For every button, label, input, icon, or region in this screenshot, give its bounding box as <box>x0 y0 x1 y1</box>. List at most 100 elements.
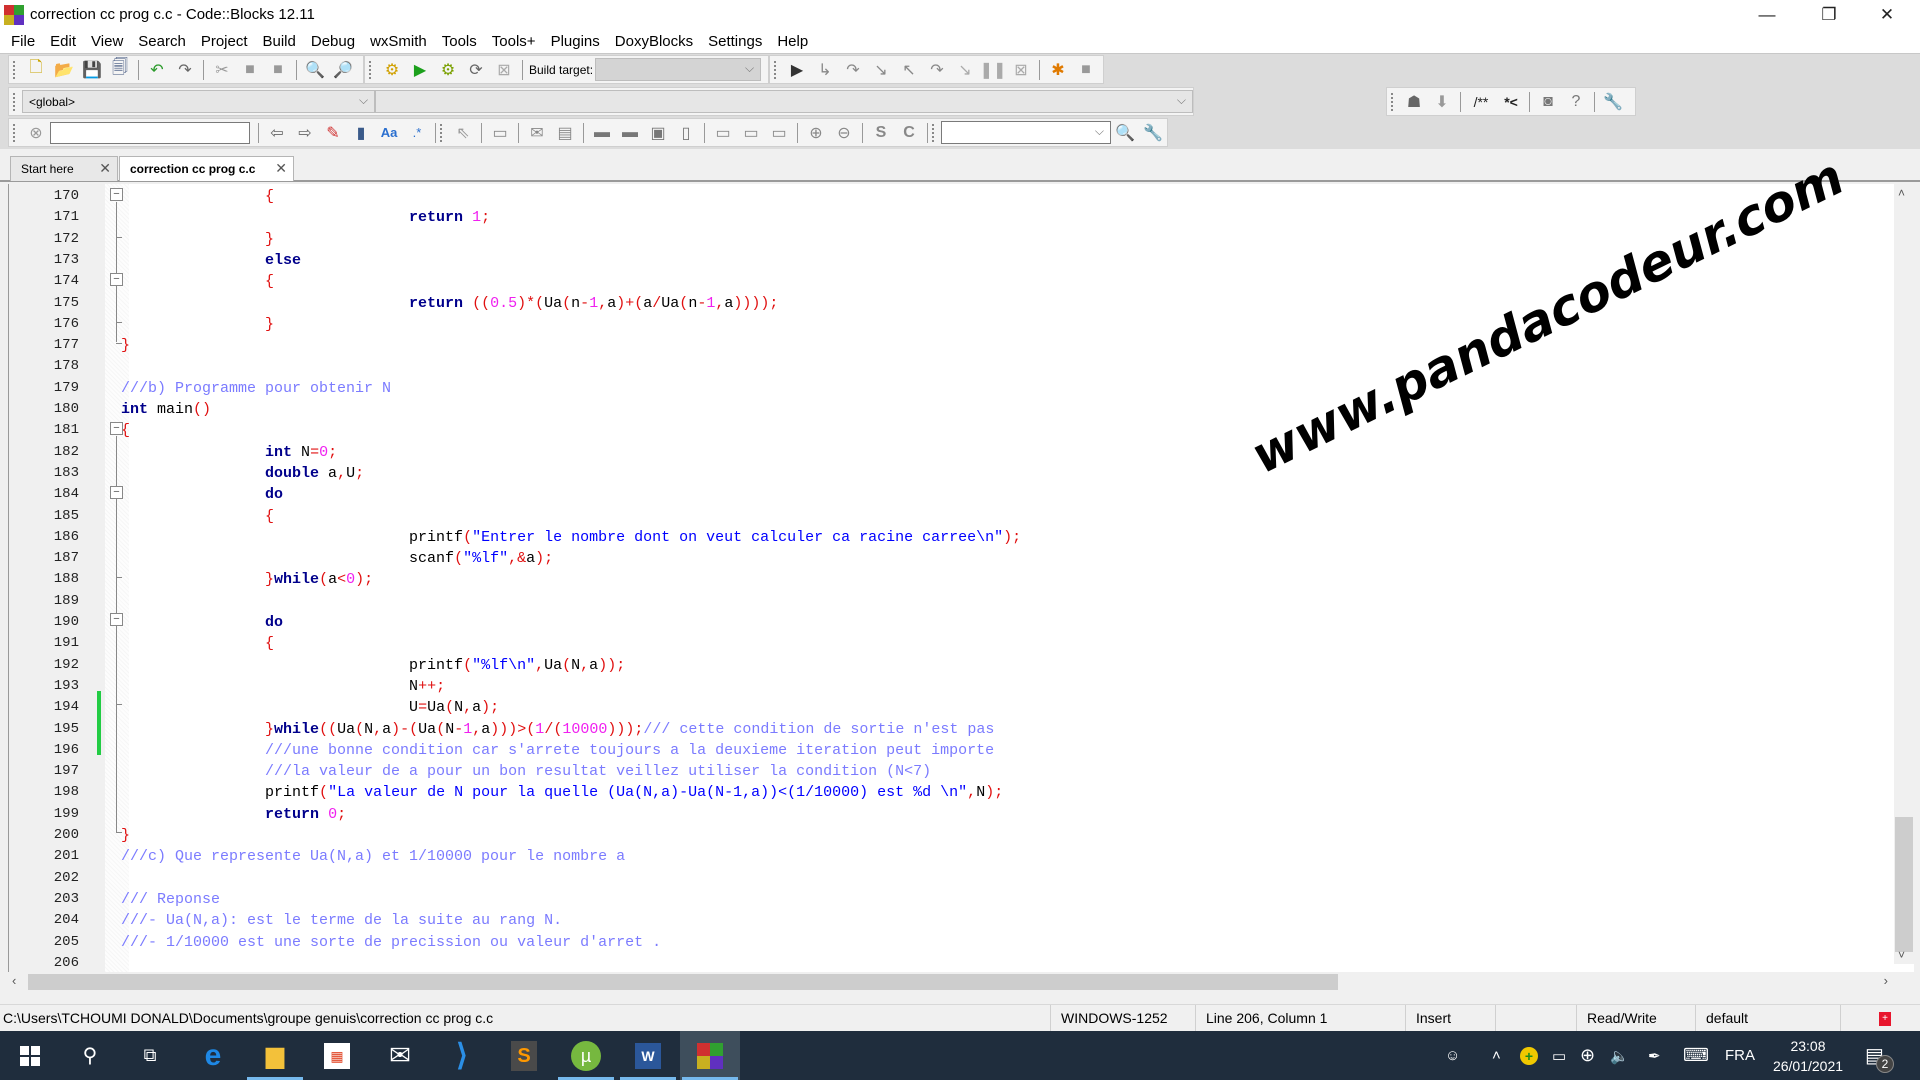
expand-both-icon[interactable]: ▭ <box>768 122 790 144</box>
find-next-icon[interactable]: ⇨ <box>294 122 316 144</box>
code-line[interactable]: 172 } <box>9 229 1889 250</box>
code-line[interactable]: 185 { <box>9 506 1889 527</box>
code-line[interactable]: 189 <box>9 591 1889 612</box>
toolbar-grip[interactable] <box>440 123 444 142</box>
scope-select[interactable]: <global> ⌵ <box>22 90 376 113</box>
taskbar-word[interactable]: W <box>618 1031 678 1080</box>
scroll-right-icon[interactable]: › <box>1884 973 1888 988</box>
find-in-files-icon[interactable]: 🔍 <box>1114 122 1136 144</box>
close-button[interactable]: ✕ <box>1858 0 1916 29</box>
taskbar-sublime[interactable]: S <box>494 1031 554 1080</box>
run-html-icon[interactable]: ◙ <box>1537 91 1559 113</box>
paste-icon[interactable]: ■ <box>267 59 289 81</box>
code-line[interactable]: 205 ///- 1/10000 est une sorte de preciss… <box>9 932 1889 953</box>
menu-search[interactable]: Search <box>136 33 188 50</box>
code-line[interactable]: 180 int main() <box>9 399 1889 420</box>
expand-horizontal-icon[interactable]: ▭ <box>712 122 734 144</box>
rebuild-icon[interactable]: ⟳ <box>465 59 487 81</box>
build-gear-icon[interactable]: ⚙ <box>381 59 403 81</box>
code-line[interactable]: 200} <box>9 825 1889 846</box>
find-icon[interactable]: 🔍 <box>304 59 326 81</box>
selection-only-icon[interactable]: ▮ <box>350 122 372 144</box>
taskbar-file-explorer[interactable]: ▆ <box>245 1031 305 1080</box>
fold-collapse-icon[interactable]: − <box>110 273 123 286</box>
code-line[interactable]: 197 ///la valeur de a pour un bon result… <box>9 761 1889 782</box>
taskbar-mail[interactable]: ✉ <box>370 1031 430 1080</box>
code-line[interactable]: 194 U=Ua(N,a); <box>9 697 1889 718</box>
code-line[interactable]: 192 printf("%lf\n",Ua(N,a)); <box>9 655 1889 676</box>
touch-keyboard-icon[interactable]: ⌨ <box>1683 1031 1709 1080</box>
debug-continue-icon[interactable]: ▶ <box>786 59 808 81</box>
copy-icon[interactable]: ■ <box>239 59 261 81</box>
match-case-icon[interactable]: Aa <box>378 122 400 144</box>
menu-edit[interactable]: Edit <box>48 33 78 50</box>
taskbar-store[interactable]: ▦ <box>307 1031 367 1080</box>
toolbar-grip[interactable] <box>774 60 778 79</box>
tab-correction-cc-prog[interactable]: correction cc prog c.c ✕ <box>119 156 294 181</box>
menu-settings[interactable]: Settings <box>706 33 764 50</box>
toolbar-grip[interactable] <box>13 60 17 79</box>
menu-file[interactable]: File <box>9 33 37 50</box>
build-target-select[interactable]: ⌵ <box>595 58 762 81</box>
tray-360-icon[interactable]: + <box>1520 1031 1538 1080</box>
code-line[interactable]: 202 <box>9 868 1889 889</box>
open-file-icon[interactable]: 📂 <box>53 59 75 81</box>
step-into-icon[interactable]: ↘ <box>870 59 892 81</box>
line-comment-button[interactable]: *< <box>1500 91 1522 113</box>
code-line[interactable]: 191 { <box>9 633 1889 654</box>
close-tab-icon[interactable]: ✕ <box>275 160 287 177</box>
menu-tools[interactable]: Tools+ <box>490 33 538 50</box>
doxywizard-icon[interactable]: ☗ <box>1403 91 1425 113</box>
wx-frame-icon[interactable]: ▭ <box>489 122 511 144</box>
people-icon[interactable]: ☺ <box>1445 1031 1460 1080</box>
vertical-scrollbar[interactable]: ˄ ˅ <box>1894 184 1914 964</box>
input-language[interactable]: FRA <box>1725 1031 1755 1080</box>
scroll-up-icon[interactable]: ˄ <box>1898 186 1905 200</box>
abort-icon[interactable]: ⊠ <box>493 59 515 81</box>
run-to-cursor-icon[interactable]: ↳ <box>814 59 836 81</box>
config-wrench-icon[interactable]: 🔧 <box>1602 91 1624 113</box>
scroll-down-icon[interactable]: ˅ <box>1898 948 1905 962</box>
new-file-icon[interactable]: 🗋 <box>25 59 47 81</box>
debug-info-icon[interactable]: ■ <box>1075 59 1097 81</box>
clock[interactable]: 23:08 26/01/2021 <box>1768 1031 1848 1080</box>
code-line[interactable]: 183 double a,U; <box>9 463 1889 484</box>
block-comment-button[interactable]: /** <box>1468 91 1494 113</box>
next-line-icon[interactable]: ↷ <box>842 59 864 81</box>
menu-build[interactable]: Build <box>261 33 298 50</box>
menu-tools[interactable]: Tools <box>440 33 479 50</box>
close-tab-icon[interactable]: ✕ <box>99 160 111 177</box>
undo-icon[interactable]: ↶ <box>146 59 168 81</box>
zoom-in-icon[interactable]: ⊕ <box>805 122 827 144</box>
pen-workspace-icon[interactable]: ✒ <box>1648 1031 1661 1080</box>
code-line[interactable]: 203 /// Reponse <box>9 889 1889 910</box>
build-and-run-icon[interactable]: ⚙ <box>437 59 459 81</box>
zoom-out-icon[interactable]: ⊖ <box>833 122 855 144</box>
menu-debug[interactable]: Debug <box>309 33 357 50</box>
wx-panel-icon[interactable]: ▤ <box>554 122 576 144</box>
align-top-icon[interactable]: ▬ <box>591 122 613 144</box>
menu-help[interactable]: Help <box>775 33 810 50</box>
toolbar-grip[interactable] <box>13 123 17 142</box>
toolbar-grip[interactable] <box>13 92 17 111</box>
code-line[interactable]: 195 }while((Ua(N,a)-(Ua(N-1,a)))>(1/(100… <box>9 719 1889 740</box>
horizontal-scrollbar[interactable]: ‹ › <box>8 972 1900 992</box>
search-tools-icon[interactable]: 🔧 <box>1142 122 1164 144</box>
menu-project[interactable]: Project <box>199 33 250 50</box>
find-combo[interactable]: ⌵ <box>941 121 1111 144</box>
code-line[interactable]: 178 <box>9 356 1889 377</box>
save-all-icon[interactable]: 🗐 <box>109 59 131 81</box>
code-line[interactable]: 182 int N=0; <box>9 442 1889 463</box>
start-button[interactable] <box>0 1031 60 1080</box>
regex-icon[interactable]: .* <box>406 122 428 144</box>
toolbar-grip[interactable] <box>369 60 373 79</box>
restore-button[interactable]: ❐ <box>1800 0 1858 29</box>
code-line[interactable]: 179 ///b) Programme pour obtenir N <box>9 378 1889 399</box>
step-out-icon[interactable]: ↖ <box>898 59 920 81</box>
task-view-button[interactable]: ⧉ <box>120 1031 180 1080</box>
code-line[interactable]: 184 do <box>9 484 1889 505</box>
horizontal-scroll-thumb[interactable] <box>28 974 1338 990</box>
code-line[interactable]: 190 do <box>9 612 1889 633</box>
cut-icon[interactable]: ✂ <box>211 59 233 81</box>
battery-icon[interactable]: ▭ <box>1552 1031 1566 1080</box>
